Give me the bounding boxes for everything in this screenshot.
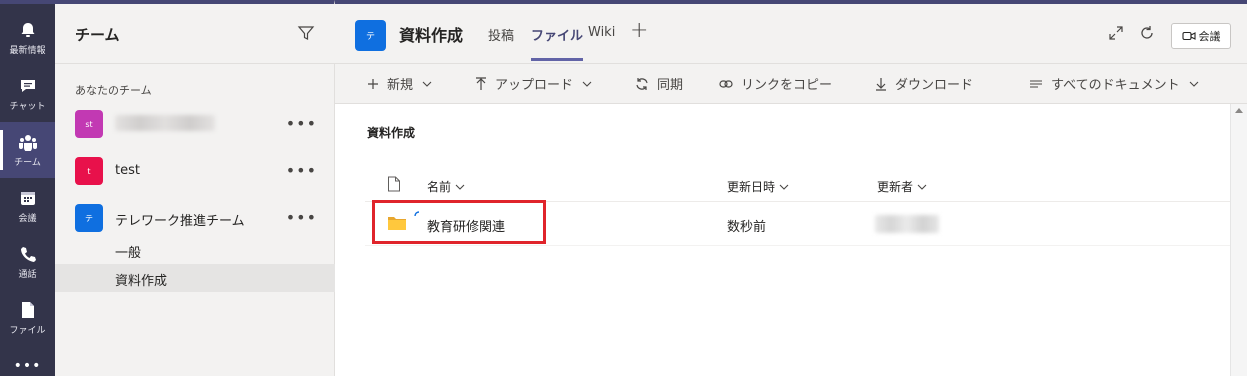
rail-calls[interactable]: 通話 (0, 234, 55, 290)
calendar-icon (18, 188, 38, 208)
rail-files[interactable]: ファイル (0, 290, 55, 346)
highlight-annotation (372, 200, 546, 244)
list-header: 名前 更新日時 更新者 (365, 166, 1230, 202)
chevron-down-icon (455, 182, 465, 192)
plus-icon (367, 78, 379, 90)
rail-label: 最新情報 (9, 46, 46, 56)
team-name-redacted (115, 115, 215, 131)
rail-label: 通話 (18, 270, 37, 280)
scroll-up-arrow-icon[interactable] (1235, 108, 1243, 113)
channel-item-selected[interactable]: 資料作成 (55, 264, 335, 292)
teams-icon (18, 132, 38, 152)
team-item[interactable]: テ テレワーク推進チーム ••• (55, 198, 335, 238)
team-item[interactable]: st ••• (55, 104, 335, 144)
view-selector[interactable]: すべてのドキュメント (1029, 74, 1199, 93)
teams-title: チーム (75, 26, 120, 44)
meet-label: 会議 (1198, 30, 1221, 43)
rail-label: ファイル (9, 326, 46, 336)
team-name: test (115, 163, 140, 178)
channel-item-general[interactable]: 一般 (55, 236, 335, 264)
team-avatar: テ (75, 204, 103, 232)
view-label: すべてのドキュメント (1051, 78, 1180, 93)
phone-icon (18, 244, 38, 264)
upload-label: アップロード (495, 78, 574, 93)
channel-label: 資料作成 (115, 274, 168, 289)
rail-activity[interactable]: 最新情報 (0, 10, 55, 66)
download-button[interactable]: ダウンロード (875, 74, 973, 93)
team-avatar: t (75, 157, 103, 185)
link-icon (719, 78, 733, 90)
section-label: あなたのチーム (75, 84, 152, 97)
chevron-down-icon (582, 79, 592, 89)
more-options-button[interactable]: ••• (286, 161, 317, 180)
modified-time: 数秒前 (727, 220, 767, 235)
meet-button[interactable]: 会議 (1171, 23, 1231, 49)
chevron-down-icon (1189, 79, 1199, 89)
teams-pane: チーム あなたのチーム st ••• t test ••• テ テレワーク推進チ… (55, 0, 335, 376)
column-header-modified-by[interactable]: 更新者 (877, 178, 927, 195)
tab-wiki[interactable]: Wiki (588, 25, 615, 40)
new-label: 新規 (387, 78, 414, 93)
team-avatar: st (75, 110, 103, 138)
sync-icon (635, 77, 649, 91)
chat-icon (18, 76, 38, 96)
filter-icon[interactable] (297, 24, 317, 44)
rail-label: 会議 (18, 214, 37, 224)
chevron-down-icon (422, 79, 432, 89)
channel-avatar: テ (355, 20, 386, 51)
more-apps-button[interactable]: ••• (0, 358, 55, 374)
modified-by-redacted (875, 215, 939, 233)
app-rail: 最新情報 チャット チーム 会議 通話 ファイル ••• (0, 0, 55, 376)
channel-title: 資料作成 (399, 26, 464, 45)
upload-button[interactable]: アップロード (475, 74, 592, 93)
rail-meetings[interactable]: 会議 (0, 178, 55, 234)
channel-header: テ 資料作成 投稿 ファイル Wiki + 会議 (335, 0, 1247, 64)
column-label: 更新日時 (727, 180, 776, 194)
tab-files[interactable]: ファイル (531, 25, 584, 61)
rail-label: チーム (14, 158, 41, 168)
column-header-name[interactable]: 名前 (427, 178, 465, 195)
chevron-down-icon (779, 182, 789, 192)
list-view-icon (1029, 78, 1043, 90)
download-icon (875, 77, 887, 91)
team-name: テレワーク推進チーム (115, 214, 245, 229)
teams-header: チーム (55, 4, 335, 64)
video-camera-icon (1181, 31, 1196, 41)
file-icon (18, 300, 38, 320)
rail-teams[interactable]: チーム (0, 122, 55, 178)
download-label: ダウンロード (895, 78, 974, 93)
column-label: 更新者 (877, 180, 914, 194)
column-header-modified[interactable]: 更新日時 (727, 178, 789, 195)
folder-breadcrumb: 資料作成 (367, 126, 416, 140)
rail-label: チャット (9, 102, 46, 112)
copy-link-button[interactable]: リンクをコピー (719, 74, 832, 93)
chevron-down-icon (917, 182, 927, 192)
more-options-button[interactable]: ••• (286, 208, 317, 227)
bell-icon (18, 20, 38, 40)
column-label: 名前 (427, 180, 452, 194)
scrollbar[interactable] (1230, 104, 1247, 376)
new-button[interactable]: 新規 (367, 74, 432, 93)
refresh-icon[interactable] (1138, 24, 1158, 44)
channel-label: 一般 (115, 246, 142, 261)
upload-icon (475, 76, 487, 91)
file-type-icon[interactable] (387, 176, 401, 192)
rail-chat[interactable]: チャット (0, 66, 55, 122)
team-item[interactable]: t test ••• (55, 151, 335, 191)
expand-icon[interactable] (1107, 24, 1127, 44)
add-tab-button[interactable]: + (630, 18, 648, 43)
sync-label: 同期 (657, 78, 684, 93)
more-options-button[interactable]: ••• (286, 114, 317, 133)
main-pane: テ 資料作成 投稿 ファイル Wiki + 会議 新規 アップロード 同期 リン… (335, 0, 1247, 376)
sync-button[interactable]: 同期 (635, 74, 683, 93)
command-bar: 新規 アップロード 同期 リンクをコピー ダウンロード すべてのドキュメント (335, 64, 1247, 104)
tab-posts[interactable]: 投稿 (488, 25, 514, 44)
copy-link-label: リンクをコピー (741, 78, 833, 93)
